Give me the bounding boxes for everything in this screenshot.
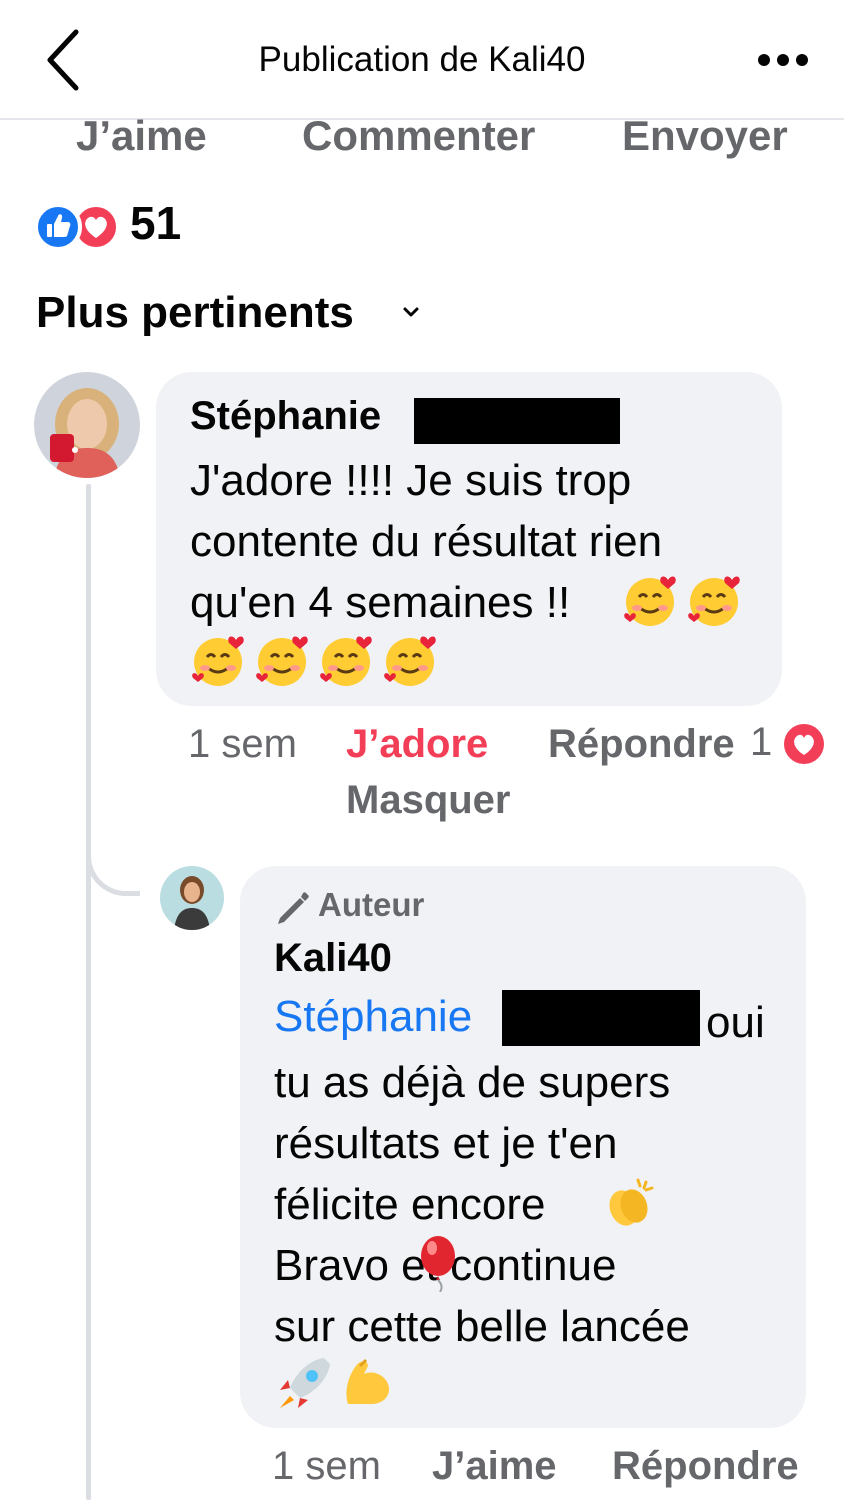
page-title: Publication de Kali40 xyxy=(258,40,586,79)
author-badge: Auteur xyxy=(318,886,425,923)
send-action-button[interactable]: Envoyer xyxy=(622,112,788,160)
comment-action-button[interactable]: Commenter xyxy=(302,112,535,160)
reaction-summary[interactable] xyxy=(34,200,124,254)
love-reaction-icon xyxy=(782,722,826,766)
reaction-button[interactable]: J’adore xyxy=(346,722,488,767)
comment-reaction-count[interactable]: 1 xyxy=(750,720,772,765)
like-action-button[interactable]: J’aime xyxy=(76,112,207,160)
avatar[interactable] xyxy=(34,372,140,478)
redaction-block xyxy=(414,398,620,444)
comment-author[interactable]: Stéphanie xyxy=(190,394,381,439)
redaction-block xyxy=(502,990,700,1046)
flexed-biceps-emoji xyxy=(346,1358,390,1404)
pencil-icon xyxy=(274,888,310,926)
sort-dropdown[interactable]: Plus pertinents xyxy=(36,288,354,338)
mention-link[interactable]: Stéphanie xyxy=(274,992,472,1042)
comment-text: tu as déjà de supers résultats et je t'e… xyxy=(274,1058,690,1351)
clapping-hands-emoji xyxy=(600,1174,658,1237)
more-icon xyxy=(758,54,808,66)
comment-timestamp: 1 sem xyxy=(188,722,297,766)
comment-text-continuation: oui xyxy=(706,998,765,1047)
thread-line xyxy=(86,484,91,1500)
balloon-emoji xyxy=(412,1234,466,1297)
chevron-down-icon[interactable] xyxy=(400,304,422,325)
emoji-row xyxy=(190,632,450,688)
comment-author[interactable]: Kali40 xyxy=(274,936,392,981)
more-options-button[interactable] xyxy=(748,38,818,82)
smiling-face-with-hearts-emoji xyxy=(192,634,438,688)
thread-connector xyxy=(86,842,140,896)
like-reaction-icon xyxy=(34,203,82,251)
rocket-emoji xyxy=(280,1358,330,1408)
reaction-count: 51 xyxy=(130,197,182,249)
comment-timestamp: 1 sem xyxy=(272,1444,381,1488)
reply-button[interactable]: Répondre xyxy=(548,722,735,767)
avatar[interactable] xyxy=(160,866,224,930)
emoji-row xyxy=(274,1352,404,1410)
hide-button[interactable]: Masquer xyxy=(346,778,511,823)
smiling-face-with-hearts-emoji xyxy=(622,572,742,637)
reply-button[interactable]: Répondre xyxy=(612,1444,799,1489)
like-button[interactable]: J’aime xyxy=(432,1444,557,1489)
